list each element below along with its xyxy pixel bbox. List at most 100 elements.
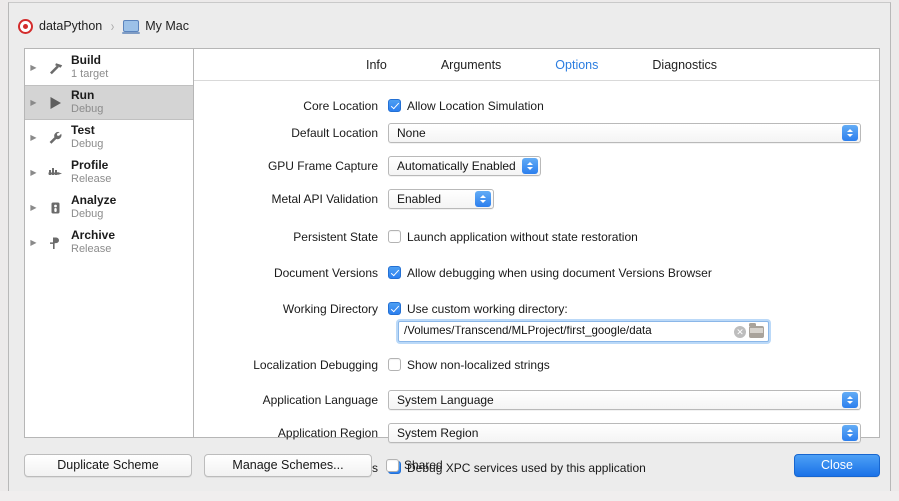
sidebar-item-archive[interactable]: ▶ Archive Release: [25, 225, 193, 260]
metal-api-validation-select[interactable]: Enabled: [388, 189, 494, 209]
disclosure-triangle-icon[interactable]: ▶: [28, 64, 39, 72]
options-form: Core Location Allow Location Simulation …: [194, 81, 879, 478]
breadcrumb-destination-label: My Mac: [145, 19, 189, 33]
disclosure-triangle-icon[interactable]: ▶: [28, 239, 39, 247]
working-directory-label: Working Directory: [194, 302, 388, 316]
target-icon: [18, 19, 33, 34]
sidebar-item-subtitle: Debug: [71, 138, 103, 151]
persistent-state-label: Persistent State: [194, 230, 388, 244]
application-language-select[interactable]: System Language: [388, 390, 861, 410]
allow-debugging-versions-browser-checkbox[interactable]: [388, 266, 401, 279]
folder-icon[interactable]: [749, 326, 764, 338]
document-versions-label: Document Versions: [194, 266, 388, 280]
disclosure-triangle-icon[interactable]: ▶: [28, 99, 39, 107]
sidebar-item-title: Run: [71, 89, 103, 103]
launch-without-state-restoration-checkbox[interactable]: [388, 230, 401, 243]
sidebar-item-subtitle: Debug: [71, 103, 103, 116]
breadcrumb: dataPython › My Mac: [18, 14, 189, 38]
tab-arguments[interactable]: Arguments: [437, 56, 505, 74]
sidebar-item-profile[interactable]: ▶ Profile Release: [25, 155, 193, 190]
use-custom-working-directory-label: Use custom working directory:: [407, 302, 568, 316]
gpu-frame-capture-label: GPU Frame Capture: [194, 159, 388, 173]
sidebar-item-subtitle: Release: [71, 243, 115, 256]
working-directory-path-value: /Volumes/Transcend/MLProject/first_googl…: [404, 326, 734, 337]
scheme-sidebar: ▶ Build 1 target ▶ Run Debug ▶: [25, 49, 194, 437]
shared-checkbox-group: Shared: [386, 458, 443, 472]
analyze-icon: [42, 200, 68, 216]
sidebar-item-build[interactable]: ▶ Build 1 target: [25, 50, 193, 85]
chevron-updown-icon: [842, 425, 858, 441]
breadcrumb-project[interactable]: dataPython: [18, 19, 102, 34]
disclosure-triangle-icon[interactable]: ▶: [28, 169, 39, 177]
wrench-icon: [42, 130, 68, 146]
sidebar-item-analyze[interactable]: ▶ Analyze Debug: [25, 190, 193, 225]
chevron-updown-icon: [522, 158, 538, 174]
application-region-label: Application Region: [194, 426, 388, 440]
chevron-updown-icon: [842, 125, 858, 141]
breadcrumb-separator-icon: ›: [111, 18, 115, 35]
display-icon: [123, 20, 139, 32]
tab-diagnostics[interactable]: Diagnostics: [648, 56, 721, 74]
localization-debugging-label: Localization Debugging: [194, 358, 388, 372]
sidebar-item-title: Build: [71, 54, 108, 68]
play-icon: [42, 95, 68, 111]
tab-info[interactable]: Info: [362, 56, 391, 74]
metal-api-validation-value: Enabled: [397, 192, 441, 206]
application-language-label: Application Language: [194, 393, 388, 407]
tab-bar: Info Arguments Options Diagnostics: [194, 49, 879, 81]
options-content: Info Arguments Options Diagnostics Core …: [194, 49, 879, 437]
sidebar-item-run[interactable]: ▶ Run Debug: [25, 85, 193, 120]
metal-api-validation-label: Metal API Validation: [194, 192, 388, 206]
default-location-label: Default Location: [194, 126, 388, 140]
application-region-value: System Region: [397, 426, 478, 440]
row-core-location: Core Location Allow Location Simulation: [194, 95, 879, 116]
close-button[interactable]: Close: [794, 454, 880, 477]
disclosure-triangle-icon[interactable]: ▶: [28, 134, 39, 142]
breadcrumb-project-label: dataPython: [39, 19, 102, 33]
scheme-panel: ▶ Build 1 target ▶ Run Debug ▶: [24, 48, 880, 438]
sidebar-item-test[interactable]: ▶ Test Debug: [25, 120, 193, 155]
gpu-frame-capture-value: Automatically Enabled: [397, 159, 516, 173]
row-application-region: Application Region System Region: [194, 422, 879, 443]
background-window-strip: [0, 491, 899, 501]
application-region-select[interactable]: System Region: [388, 423, 861, 443]
gauge-icon: [42, 165, 68, 181]
show-non-localized-strings-label: Show non-localized strings: [407, 358, 550, 372]
gpu-frame-capture-select[interactable]: Automatically Enabled: [388, 156, 541, 176]
sidebar-item-subtitle: Release: [71, 173, 111, 186]
allow-location-simulation-label: Allow Location Simulation: [407, 99, 544, 113]
show-non-localized-strings-checkbox[interactable]: [388, 358, 401, 371]
row-localization-debugging: Localization Debugging Show non-localize…: [194, 354, 879, 375]
row-gpu-frame-capture: GPU Frame Capture Automatically Enabled: [194, 155, 879, 176]
tab-options[interactable]: Options: [551, 56, 602, 74]
shared-label: Shared: [404, 458, 443, 472]
allow-location-simulation-checkbox[interactable]: [388, 99, 401, 112]
archive-icon: [42, 235, 68, 251]
default-location-select[interactable]: None: [388, 123, 861, 143]
clear-icon[interactable]: ✕: [734, 326, 746, 338]
manage-schemes-button[interactable]: Manage Schemes...: [204, 454, 372, 477]
application-language-value: System Language: [397, 393, 494, 407]
sidebar-item-title: Test: [71, 124, 103, 138]
sidebar-item-subtitle: 1 target: [71, 68, 108, 81]
use-custom-working-directory-checkbox[interactable]: [388, 302, 401, 315]
sidebar-item-title: Analyze: [71, 194, 116, 208]
sidebar-item-title: Archive: [71, 229, 115, 243]
sidebar-item-title: Profile: [71, 159, 111, 173]
disclosure-triangle-icon[interactable]: ▶: [28, 204, 39, 212]
chevron-updown-icon: [842, 392, 858, 408]
launch-without-state-restoration-label: Launch application without state restora…: [407, 230, 638, 244]
hammer-icon: [42, 60, 68, 76]
row-default-location: Default Location None: [194, 122, 879, 143]
row-persistent-state: Persistent State Launch application with…: [194, 226, 879, 247]
sheet-footer: Duplicate Scheme Manage Schemes... Share…: [24, 452, 880, 478]
default-location-value: None: [397, 126, 426, 140]
working-directory-path-field[interactable]: /Volumes/Transcend/MLProject/first_googl…: [398, 321, 769, 342]
allow-debugging-versions-browser-label: Allow debugging when using document Vers…: [407, 266, 712, 280]
row-metal-api-validation: Metal API Validation Enabled: [194, 188, 879, 209]
breadcrumb-destination[interactable]: My Mac: [123, 19, 189, 33]
working-directory-path-row: /Volumes/Transcend/MLProject/first_googl…: [398, 321, 879, 342]
shared-checkbox[interactable]: [386, 459, 399, 472]
duplicate-scheme-button[interactable]: Duplicate Scheme: [24, 454, 192, 477]
row-working-directory: Working Directory Use custom working dir…: [194, 298, 879, 319]
